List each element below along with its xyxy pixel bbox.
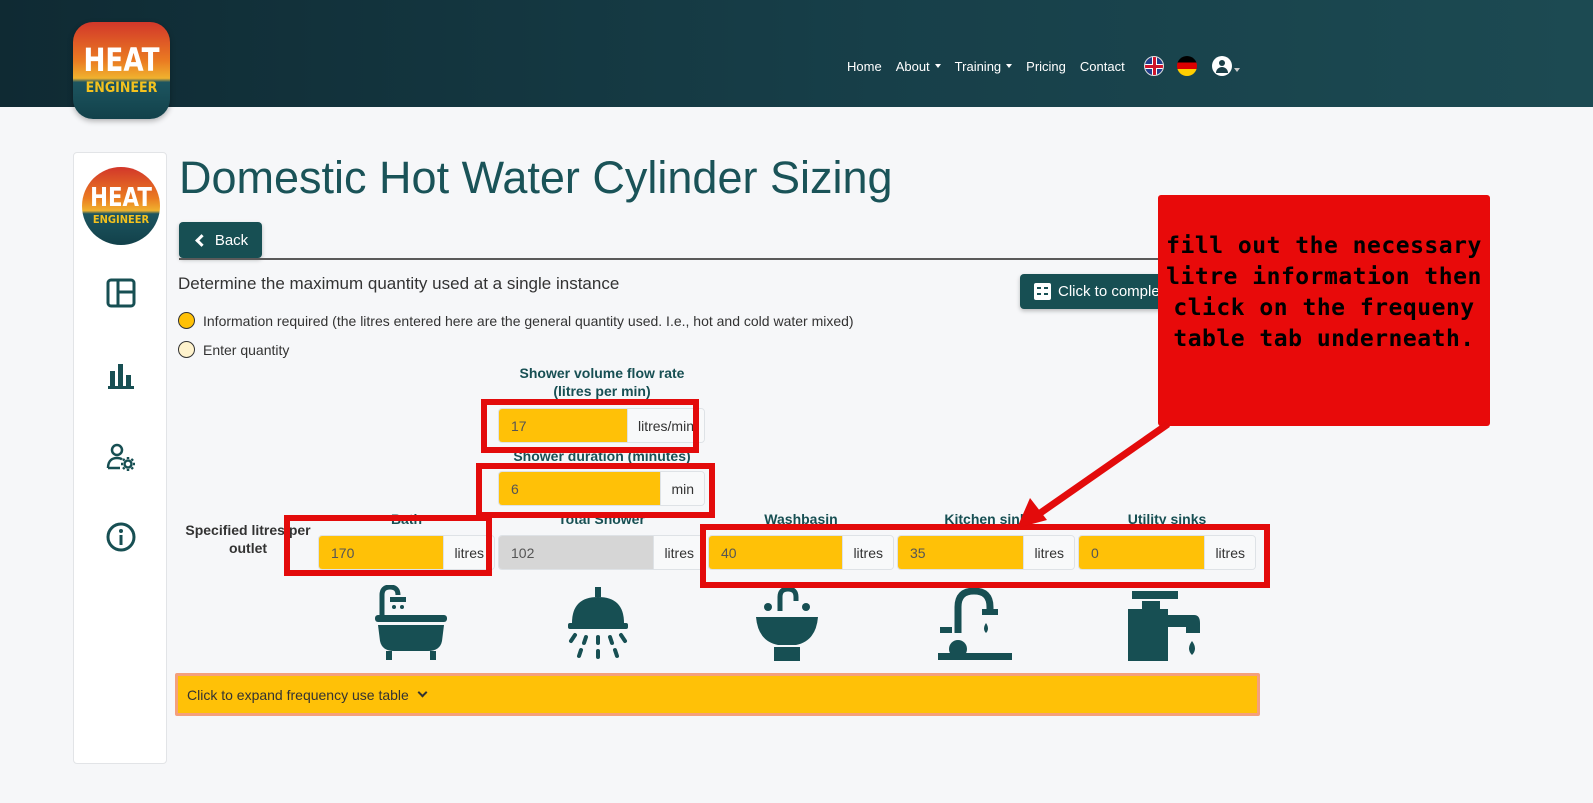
main-nav: Home About Training Pricing Contact xyxy=(847,56,1593,76)
logo-text: HEAT xyxy=(83,41,160,79)
legend-quantity-text: Enter quantity xyxy=(203,341,290,358)
shower-head-icon xyxy=(568,587,628,659)
annotation-box xyxy=(481,399,699,453)
legend-required: Information required (the litres entered… xyxy=(178,312,854,329)
nav-training[interactable]: Training xyxy=(954,58,1013,74)
bathtub-icon xyxy=(375,585,447,660)
nav-contact-label: Contact xyxy=(1079,58,1125,74)
nav-pricing-label: Pricing xyxy=(1026,58,1066,74)
annotation-text: fill out the necessary litre information… xyxy=(1166,232,1482,352)
frequency-table-label: Click to expand frequency use table xyxy=(187,686,409,703)
nav-home[interactable]: Home xyxy=(847,59,882,74)
shower-flow-label-line2: (litres per min) xyxy=(553,383,651,399)
uk-flag-icon[interactable] xyxy=(1143,56,1164,76)
kitchen-sink-icon xyxy=(938,587,1012,660)
legend-required-text: Information required (the litres entered… xyxy=(203,312,854,329)
shower-flow-label-line1: Shower volume flow rate xyxy=(519,365,685,381)
section-subtitle: Determine the maximum quantity used at a… xyxy=(178,274,620,293)
total-shower-input: 102 xyxy=(499,536,654,569)
required-dot-icon xyxy=(178,312,195,329)
annotation-box xyxy=(700,524,1270,588)
complete-label: Click to complete xyxy=(1058,283,1173,300)
nav-training-label: Training xyxy=(954,58,1002,74)
nav-contact[interactable]: Contact xyxy=(1080,59,1125,74)
info-icon[interactable] xyxy=(105,521,137,553)
user-account-icon[interactable] xyxy=(1211,56,1232,76)
washbasin-icon xyxy=(756,586,818,661)
legend-quantity: Enter quantity xyxy=(178,341,289,358)
chevron-down-icon xyxy=(417,687,428,698)
quantity-dot-icon xyxy=(178,341,195,358)
nav-pricing[interactable]: Pricing xyxy=(1026,59,1066,74)
utility-tap-icon xyxy=(1128,591,1200,661)
nav-home-label: Home xyxy=(847,58,882,74)
nav-about[interactable]: About xyxy=(896,59,941,74)
logo-subtext: ENGINEER xyxy=(92,213,150,226)
page-title: Domestic Hot Water Cylinder Sizing xyxy=(179,152,893,203)
logo-text: HEAT xyxy=(90,183,152,213)
frequency-table-expander[interactable]: Click to expand frequency use table xyxy=(175,673,1260,716)
top-navbar: Home About Training Pricing Contact xyxy=(0,0,1593,107)
caret-down-icon xyxy=(1006,64,1013,68)
chevron-left-icon xyxy=(194,233,208,247)
sidebar-logo[interactable]: HEAT ENGINEER xyxy=(82,167,160,245)
dashboard-icon[interactable] xyxy=(105,277,137,309)
total-shower-unit: litres xyxy=(653,536,704,569)
back-button[interactable]: Back xyxy=(179,222,262,258)
bar-chart-icon[interactable] xyxy=(105,359,137,391)
divider xyxy=(179,258,1256,260)
caret-down-icon xyxy=(1233,68,1240,72)
sidebar: HEAT ENGINEER xyxy=(73,152,167,764)
annotation-box xyxy=(476,463,715,518)
user-settings-icon[interactable] xyxy=(105,441,137,473)
logo-subtext: ENGINEER xyxy=(85,80,158,96)
total-shower-input-group: 102 litres xyxy=(498,535,705,570)
heat-engineer-logo[interactable]: HEAT ENGINEER xyxy=(73,22,170,119)
nav-about-label: About xyxy=(895,58,930,74)
annotation-callout: fill out the necessary litre information… xyxy=(1158,195,1490,426)
caret-down-icon xyxy=(934,64,941,68)
german-flag-icon[interactable] xyxy=(1176,56,1197,76)
annotation-box xyxy=(284,515,492,576)
shower-flow-label: Shower volume flow rate (litres per min) xyxy=(482,364,722,400)
calculator-icon xyxy=(1034,283,1051,300)
back-label: Back xyxy=(214,231,249,249)
